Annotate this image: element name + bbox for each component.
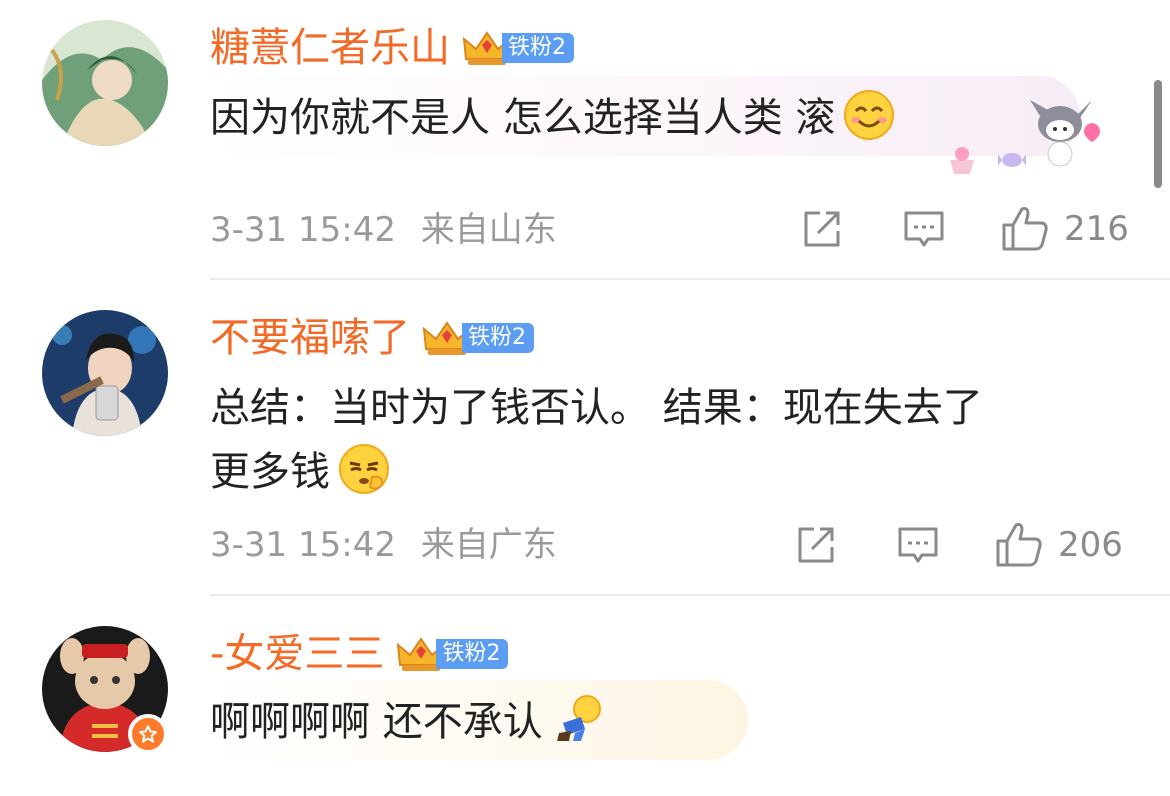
comment-text-row: 因为你就不是人 怎么选择当人类 滚	[210, 86, 895, 150]
like-icon	[996, 523, 1042, 567]
username[interactable]: -女爱三三	[210, 626, 384, 682]
fan-badge[interactable]: 铁粉2	[460, 27, 574, 69]
like-icon	[1002, 207, 1048, 251]
reply-button[interactable]	[902, 204, 946, 254]
action-bar: 216	[0, 204, 1170, 254]
fan-badge-label: 铁粉2	[462, 323, 534, 353]
reply-button[interactable]	[896, 520, 940, 570]
comment-text: 啊啊啊啊 还不承认	[210, 699, 543, 745]
scrollbar[interactable]	[1154, 80, 1162, 188]
share-button[interactable]	[800, 204, 844, 254]
reply-icon	[898, 527, 938, 563]
smile-emoji	[844, 90, 895, 140]
reply-icon	[904, 211, 944, 247]
star-icon	[139, 725, 157, 743]
like-button[interactable]: 216	[1000, 204, 1129, 254]
divider	[210, 278, 1170, 280]
action-bar: 206	[0, 520, 1170, 570]
like-button[interactable]: 206	[994, 520, 1123, 570]
avatar[interactable]	[42, 310, 168, 436]
comment-text-line: 更多钱	[210, 440, 390, 504]
candy-sticker-icon	[950, 147, 1026, 174]
avatar-image	[42, 20, 168, 146]
username[interactable]: 不要福嗦了	[210, 310, 410, 366]
comment-text: 因为你就不是人 怎么选择当人类 滚	[210, 95, 836, 141]
fan-badge-label: 铁粉2	[436, 639, 509, 669]
comment-text-line: 总结：当时为了钱否认。 结果：现在失去了	[210, 376, 983, 440]
like-count: 206	[1058, 525, 1123, 565]
avatar-image	[42, 310, 168, 436]
comment-text-row: 啊啊啊啊 还不承认	[210, 690, 603, 754]
like-count: 216	[1064, 209, 1129, 249]
fan-badge[interactable]: 铁粉2	[394, 633, 509, 675]
comment-text: 总结：当时为了钱否认。 结果：现在失去了	[210, 385, 983, 431]
kneel-emoji	[556, 695, 601, 741]
username-row: 糖薏仁者乐山 铁粉2	[210, 20, 574, 76]
share-icon	[798, 527, 834, 563]
username[interactable]: 糖薏仁者乐山	[210, 20, 450, 76]
username-row: -女爱三三 铁粉2	[210, 626, 509, 682]
divider	[210, 594, 1170, 596]
fan-badge[interactable]: 铁粉2	[420, 317, 534, 359]
comment-text: 更多钱	[210, 449, 330, 495]
fan-badge-label: 铁粉2	[502, 33, 574, 63]
share-button[interactable]	[794, 520, 838, 570]
username-row: 不要福嗦了 铁粉2	[210, 310, 534, 366]
avatar[interactable]	[42, 20, 168, 146]
share-icon	[804, 211, 840, 247]
verified-badge	[128, 714, 168, 754]
shush-emoji	[339, 444, 389, 494]
